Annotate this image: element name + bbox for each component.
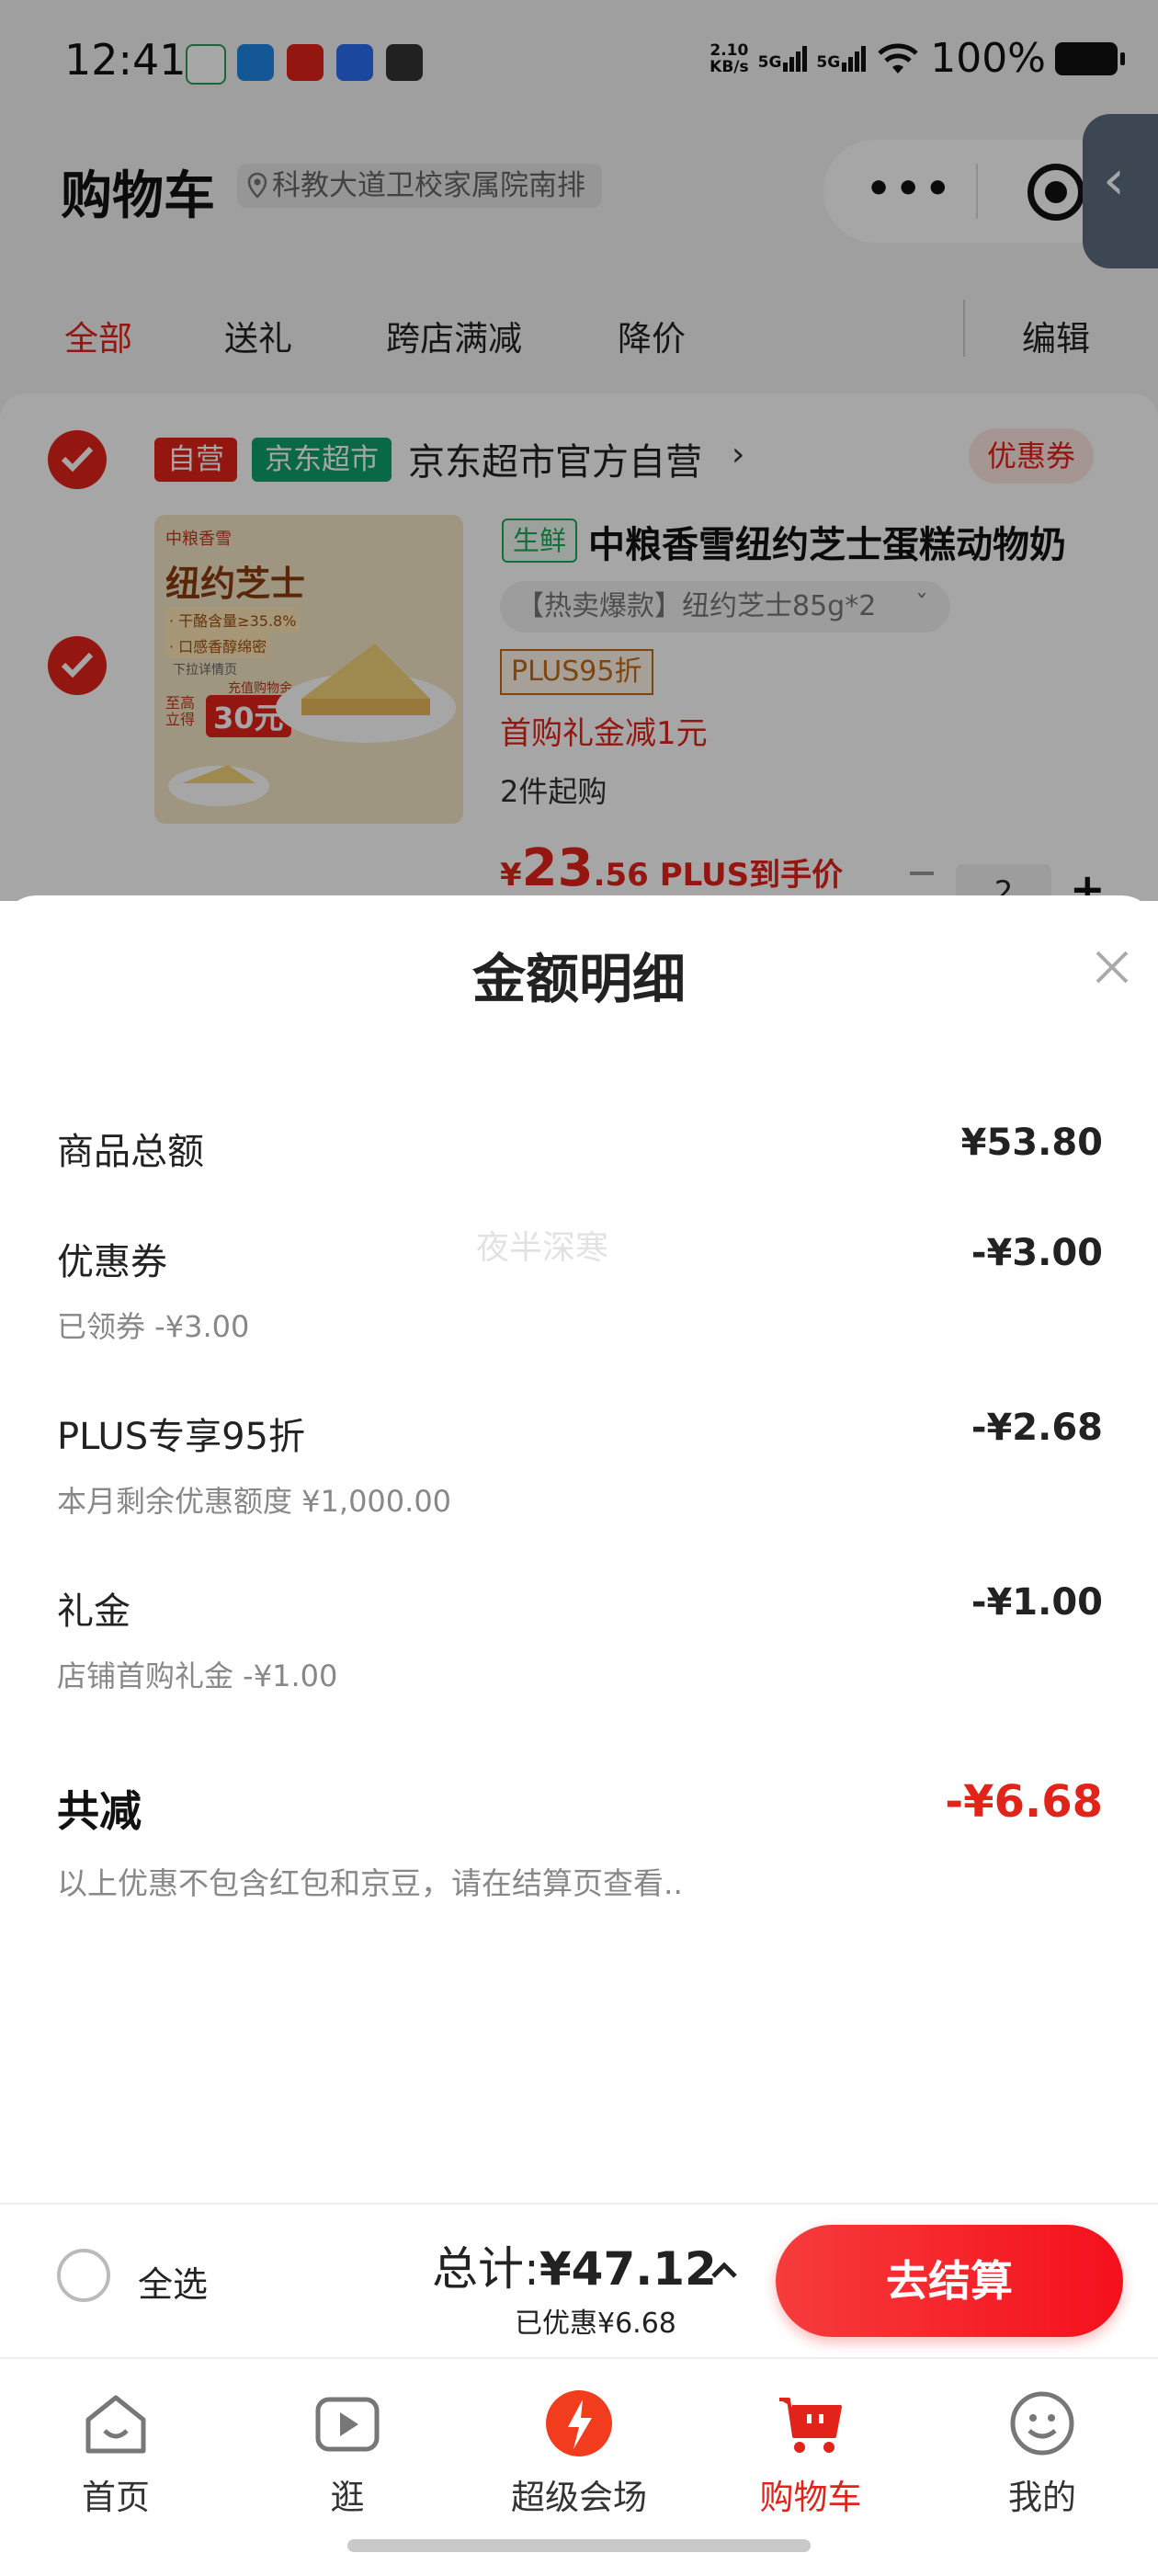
total-prefix: 总计: [432, 2242, 539, 2296]
home-indicator[interactable] [347, 2539, 811, 2552]
home-icon [85, 2395, 146, 2454]
checkout-bar: 全选 总计:¥47.12 已优惠¥6.68 去结算 [0, 2203, 1158, 2359]
nav-browse-label: 逛 [330, 2478, 365, 2517]
row-coupon-label: 优惠券 [57, 1241, 167, 1283]
super-venue-icon [546, 2390, 612, 2456]
watermark-text: 夜半深寒 [476, 1229, 609, 1267]
chevron-up-icon[interactable] [706, 2252, 743, 2289]
row-plus-label: PLUS专享95折 [57, 1416, 305, 1458]
total-reduction-value: -¥6.68 [945, 1776, 1103, 1828]
nav-cart-label: 购物车 [759, 2478, 862, 2517]
nav-profile-label: 我的 [1008, 2478, 1076, 2517]
row-plus-value: -¥2.68 [971, 1407, 1103, 1449]
row-goods-total-label: 商品总额 [57, 1131, 204, 1173]
profile-icon [1010, 2391, 1074, 2456]
video-icon [315, 2397, 380, 2452]
row-coupon-sub: 已领券 -¥3.00 [57, 1309, 250, 1344]
row-goods-total-value: ¥53.80 [960, 1122, 1103, 1164]
row-gift-sub: 店铺首购礼金 -¥1.00 [57, 1658, 338, 1693]
row-gift-value: -¥1.00 [971, 1581, 1103, 1624]
close-icon[interactable] [1088, 943, 1136, 991]
nav-home-label: 首页 [82, 2478, 150, 2517]
total-amount: ¥47.12 [539, 2242, 717, 2296]
sheet-title: 金额明细 [471, 948, 686, 1010]
row-coupon-value: -¥3.00 [971, 1232, 1103, 1274]
amount-detail-sheet: 金额明细 商品总额 ¥53.80 夜半深寒 优惠券 -¥3.00 已领券 -¥3… [0, 895, 1158, 2206]
row-plus-sub: 本月剩余优惠额度 ¥1,000.00 [57, 1484, 452, 1519]
total-sum: 总计:¥47.12 [432, 2232, 717, 2298]
checkout-button[interactable]: 去结算 [776, 2225, 1123, 2337]
row-gift-label: 礼金 [57, 1590, 131, 1633]
modal-backdrop[interactable] [0, 0, 1158, 901]
select-all-label[interactable]: 全选 [138, 2256, 208, 2307]
saved-amount: 已优惠¥6.68 [515, 2308, 676, 2340]
nav-super-venue-label: 超级会场 [511, 2478, 647, 2517]
total-reduction-note: 以上优惠不包含红包和京豆，请在结算页查看.. [57, 1865, 683, 1901]
select-all-checkbox[interactable] [57, 2249, 110, 2302]
cart-page-background: 12:41 2.10 KB/s 5G 5G 100% 购物车 科教大道卫校家属院… [0, 0, 1158, 919]
cart-icon [779, 2398, 842, 2453]
total-reduction-label: 共减 [57, 1786, 142, 1836]
